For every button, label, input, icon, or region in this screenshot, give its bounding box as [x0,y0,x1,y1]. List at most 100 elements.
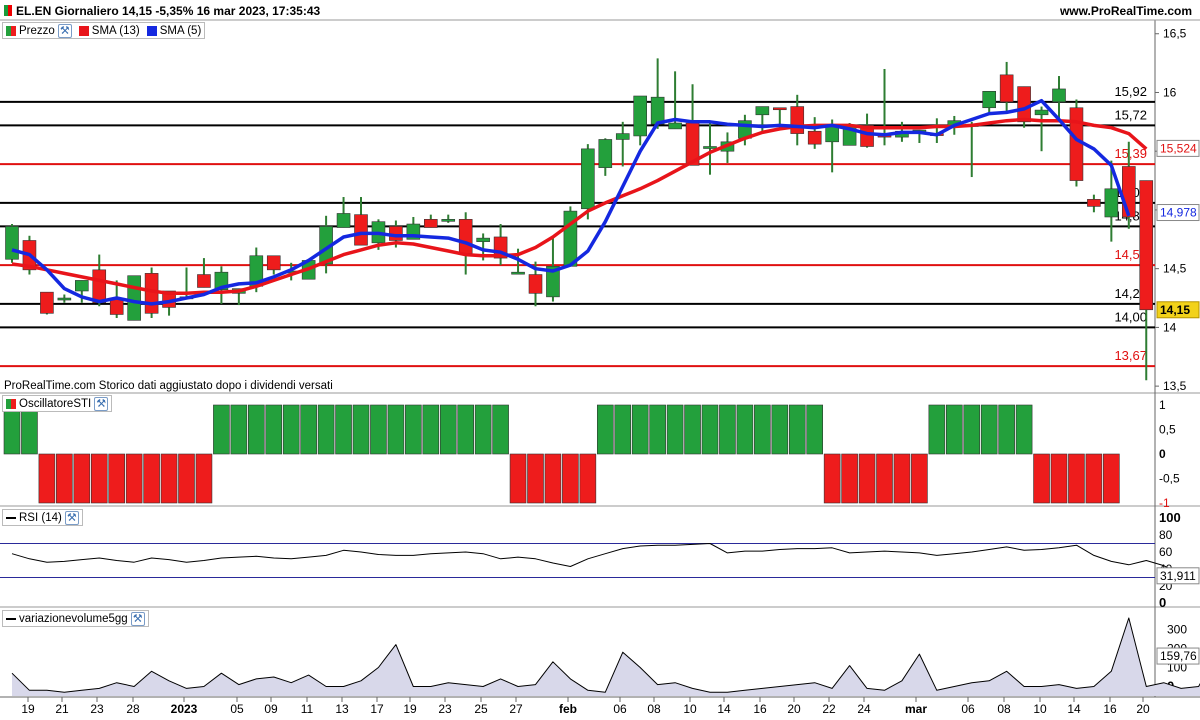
x-tick-label: 23 [438,702,452,716]
legend-oscillator-label: OscillatoreSTI [19,397,92,410]
x-tick-label: 10 [683,702,697,716]
legend-rsi-label: RSI (14) [19,511,62,524]
oscillator-bar [736,404,754,455]
wrench-icon[interactable]: ⚒ [64,510,79,525]
candle-body [1069,107,1084,181]
wrench-icon[interactable]: ⚒ [57,23,72,38]
price-tick-label: 16,5 [1163,27,1187,41]
oscillator-bar [230,404,248,455]
wrench-icon[interactable]: ⚒ [130,611,145,626]
oscillator-bar [963,404,981,455]
wrench-icon[interactable]: ⚒ [94,396,109,411]
candle-body [75,280,89,292]
level-label: 15,72 [1114,107,1147,122]
x-tick-label: 21 [55,702,69,716]
legend-rsi[interactable]: RSI (14) ⚒ [2,509,83,526]
x-tick-label: 27 [509,702,523,716]
sma13-swatch-icon [78,25,89,36]
oscillator-bar [1085,453,1103,504]
oscillator-bar [405,404,422,455]
oscillator-bar [579,453,597,504]
x-tick-label: 09 [264,702,278,716]
oscillator-bar [317,404,335,455]
candle-body [999,74,1014,103]
level-label: 13,67 [1114,348,1147,363]
oscillator-bar [998,404,1015,455]
oscillator-bar [387,404,405,455]
x-tick-label: 20 [1136,702,1150,716]
legend-volume[interactable]: variazionevolume5gg ⚒ [2,610,149,627]
x-tick-label: 13 [335,702,349,716]
oscillator-bar [509,453,527,504]
oscillator-bar [666,404,684,455]
legend-oscillator[interactable]: OscillatoreSTI ⚒ [2,395,113,412]
x-tick-label: 16 [1103,702,1117,716]
candle-body [1087,199,1101,207]
legend-sma13-label: SMA (13) [91,24,140,37]
osc-tick-label: 1 [1159,398,1166,412]
oscillator-bar [928,404,946,455]
price-tick-label: 14,5 [1163,262,1187,276]
x-tick-label: 19 [21,702,35,716]
candle-body [633,95,648,137]
oscillator-bar [945,404,963,455]
oscillator-bar [876,453,893,504]
osc-tick-label: 0,5 [1159,423,1176,437]
legend-price-label: Prezzo [19,24,55,37]
level-label: 15,92 [1114,84,1147,99]
oscillator-bar [3,404,21,455]
oscillator-bar [125,453,143,504]
oscillator-bar [1103,453,1120,504]
candle-body [354,214,368,246]
oscillator-bar [265,404,283,455]
candle-body [1034,109,1049,116]
oscillator-bar [178,453,195,504]
level-label: 14,00 [1114,309,1147,324]
oscillator-bar [38,453,56,504]
candle-body [423,219,438,228]
oscillator-bar [788,404,806,455]
x-tick-label: 22 [822,702,836,716]
volume-marker-label: 159,76 [1160,649,1197,663]
x-tick-label: 24 [857,702,871,716]
oscillator-bar [474,404,492,455]
oscillator-bar [1033,453,1050,504]
oscillator-bar [631,404,649,455]
oscillator-bar [806,404,824,455]
oscillator-bar [1068,453,1085,504]
candle-body [755,106,770,116]
sma13-line [11,117,1148,296]
oscillator-bar [143,453,160,504]
candle-body [458,219,473,254]
legend-price[interactable]: Prezzo ⚒ SMA (13) SMA (5) [2,22,206,39]
oscillator-bar [771,404,789,455]
x-tick-label: feb [559,702,577,716]
candle-body [441,219,456,222]
candle-body [476,237,490,242]
oscillator-bar [335,404,352,455]
candle-body [197,274,211,288]
osc-tick-label: -0,5 [1159,472,1180,486]
oscillator-bar [701,404,719,455]
candle-body [92,269,107,304]
oscillator-bar [841,453,858,504]
oscillator-bar [1015,404,1033,455]
oscillator-bar [457,404,475,455]
legend-volume-label: variazionevolume5gg [19,612,128,625]
oscillator-bar [684,404,701,455]
x-tick-label: 11 [301,702,314,716]
osc-tick-label: -1 [1159,496,1170,510]
oscillator-bar [90,453,108,504]
x-tick-label: 23 [90,702,104,716]
candle-body [127,275,141,321]
oscillator-bar [213,404,230,455]
x-tick-label: 08 [997,702,1011,716]
oscillator-bar [754,404,771,455]
candle-body [703,146,717,149]
candle-body [511,271,525,275]
volume-line [11,617,1200,693]
price-tick-label: 16 [1163,85,1177,99]
candle-body [598,139,613,168]
oscillator-bar [282,404,300,455]
candle-body [982,91,997,109]
